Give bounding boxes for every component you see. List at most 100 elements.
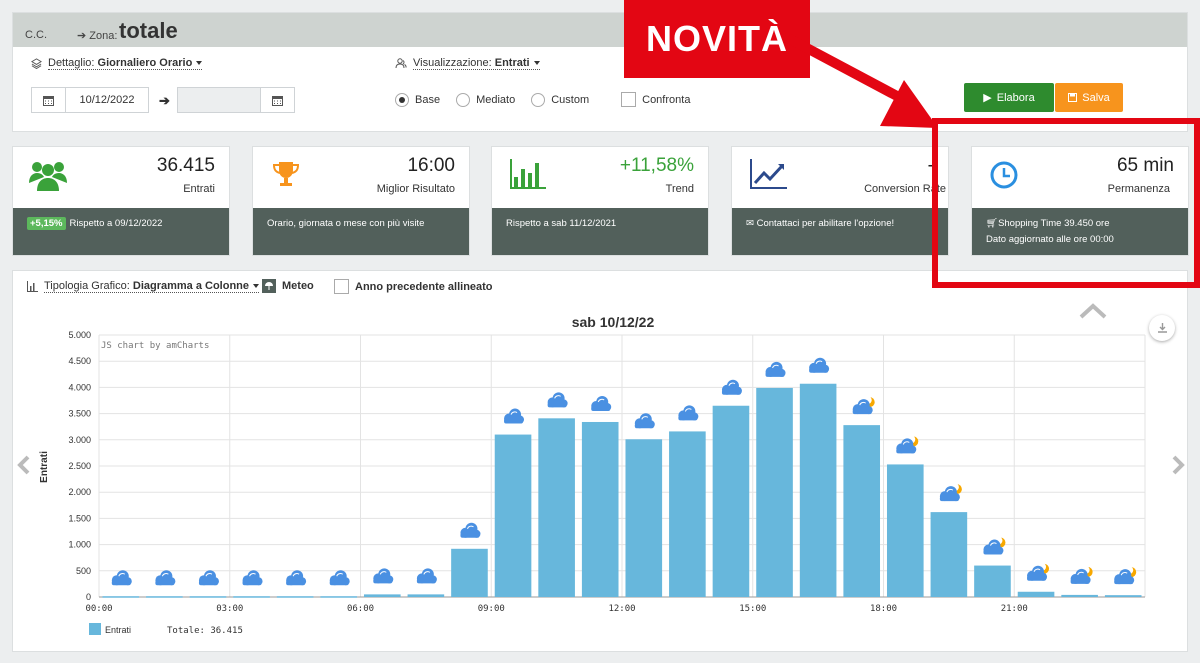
filter-panel: C.C. ➔ Zona: totale Dettaglio: Giornalie…: [12, 12, 1188, 132]
save-icon: [1068, 93, 1078, 102]
caret-down-icon: [533, 61, 540, 66]
trend-value: +11,58%: [619, 155, 694, 176]
best-value: 16:00: [407, 155, 455, 176]
trend-footer: Rispetto a sab 11/12/2021: [492, 208, 708, 255]
cloud-icon: [155, 570, 176, 586]
bar: [799, 383, 837, 597]
y-tick-label: 500: [76, 566, 91, 576]
chart-type-dropdown[interactable]: Tipologia Grafico: Diagramma a Colonne: [27, 280, 260, 293]
cc-label: C.C.: [25, 29, 47, 41]
cloud-moon-icon: [852, 396, 875, 415]
radio-mediato[interactable]: [456, 92, 471, 107]
cloud-icon: [678, 405, 699, 421]
bar: [756, 387, 793, 597]
kpi-card-best: 16:00 Miglior Risultato Orario, giornata…: [252, 146, 470, 256]
compare-checkbox[interactable]: [621, 92, 637, 107]
x-tick-label: 00:00: [85, 604, 112, 614]
bar: [930, 512, 968, 597]
umbrella-icon: [262, 279, 276, 293]
kpi-card-conversion: - Conversion Rate ✉ Contattaci per abili…: [731, 146, 949, 256]
bar: [1061, 594, 1098, 597]
meteo-label: Meteo: [282, 280, 314, 292]
date-from-value: 10/12/2022: [79, 94, 135, 106]
y-axis-label: Entrati: [39, 451, 50, 483]
delta-badge: +5,15%: [27, 217, 66, 230]
chevron-left-icon[interactable]: [17, 455, 31, 475]
best-label: Miglior Risultato: [376, 183, 455, 195]
kpi-card-trend: +11,58% Trend Rispetto a sab 11/12/2021: [491, 146, 709, 256]
cloud-moon-icon: [939, 483, 962, 502]
bar: [625, 439, 663, 597]
date-to-field[interactable]: [177, 87, 295, 113]
prev-year-label: Anno precedente allineato: [355, 280, 493, 293]
bar: [581, 421, 619, 597]
date-from-field[interactable]: 10/12/2022: [31, 87, 149, 113]
x-tick-label: 12:00: [608, 604, 635, 614]
x-tick-label: 09:00: [478, 604, 505, 614]
y-tick-label: 1.500: [68, 513, 91, 523]
caret-down-icon: [253, 284, 260, 289]
bar: [451, 548, 488, 597]
cloud-icon: [634, 413, 655, 429]
entrati-footer: +5,15% Rispetto a 09/12/2022: [13, 208, 229, 255]
kpi-card-entrati: 36.415 Entrati +5,15% Rispetto a 09/12/20…: [12, 146, 230, 256]
zone-label: ➔ Zona:: [77, 30, 118, 42]
cloud-moon-icon: [896, 435, 919, 454]
chart-title: sab 10/12/22: [572, 314, 655, 330]
salva-button[interactable]: Salva: [1055, 83, 1123, 112]
bar: [886, 464, 924, 597]
bar: [407, 594, 445, 597]
panel-header: C.C. ➔ Zona: totale: [13, 13, 1187, 47]
cloud-icon: [591, 395, 612, 411]
x-tick-label: 21:00: [1001, 604, 1028, 614]
cloud-moon-icon: [1114, 566, 1137, 585]
download-icon: [1157, 322, 1167, 333]
bar: [102, 596, 140, 598]
users-outline-icon: [395, 58, 407, 69]
prev-year-toggle[interactable]: Anno precedente allineato: [334, 279, 493, 294]
y-tick-label: 1.000: [68, 540, 91, 550]
cloud-moon-icon: [1027, 562, 1050, 581]
x-tick-label: 03:00: [216, 604, 243, 614]
bar: [320, 596, 358, 598]
x-tick-label: 18:00: [870, 604, 897, 614]
play-icon: ▶: [983, 92, 992, 104]
calendar-icon[interactable]: [32, 88, 66, 112]
cloud-moon-icon: [1070, 565, 1093, 584]
y-tick-label: 3.000: [68, 435, 91, 445]
radio-custom[interactable]: [531, 92, 546, 107]
radio-mediato-label: Mediato: [476, 93, 516, 106]
hourly-bar-chart: sab 10/12/22 JS chart by amCharts Entrat…: [39, 314, 1146, 636]
date-to-value: [178, 88, 260, 112]
chevron-right-icon[interactable]: [1171, 455, 1185, 475]
bar: [233, 596, 270, 598]
prev-year-checkbox[interactable]: [334, 279, 349, 294]
cloud-icon: [242, 570, 263, 586]
y-tick-label: 4.000: [68, 382, 91, 392]
cloud-icon: [765, 361, 786, 377]
radio-base[interactable]: [395, 92, 409, 107]
cloud-icon: [329, 570, 350, 586]
meteo-toggle[interactable]: Meteo: [262, 279, 314, 293]
cloud-moon-icon: [983, 536, 1006, 555]
bar-chart-icon: [510, 159, 546, 189]
annotation-arrow-icon: [785, 33, 938, 128]
x-tick-label: 15:00: [739, 604, 766, 614]
cloud-icon: [460, 522, 481, 538]
detail-dropdown[interactable]: Dettaglio: Giornaliero Orario: [31, 57, 203, 70]
elabora-button[interactable]: ▶ Elabora: [964, 83, 1054, 112]
compare-label: Confronta: [642, 93, 691, 106]
line-chart-icon: [750, 159, 787, 189]
cloud-icon: [198, 570, 219, 586]
bar: [146, 596, 183, 598]
y-tick-label: 3.500: [68, 409, 91, 419]
view-dropdown[interactable]: Visualizzazione: Entrati: [395, 57, 540, 70]
caret-down-icon: [196, 61, 203, 66]
conversion-footer: ✉ Contattaci per abilitare l'opzione!: [732, 208, 948, 255]
bar: [1104, 595, 1142, 597]
zone-value: totale: [119, 18, 178, 43]
calendar-icon[interactable]: [260, 88, 294, 112]
radio-base-label: Base: [415, 93, 441, 106]
envelope-icon: ✉: [746, 218, 754, 229]
radio-custom-label: Custom: [551, 93, 590, 106]
